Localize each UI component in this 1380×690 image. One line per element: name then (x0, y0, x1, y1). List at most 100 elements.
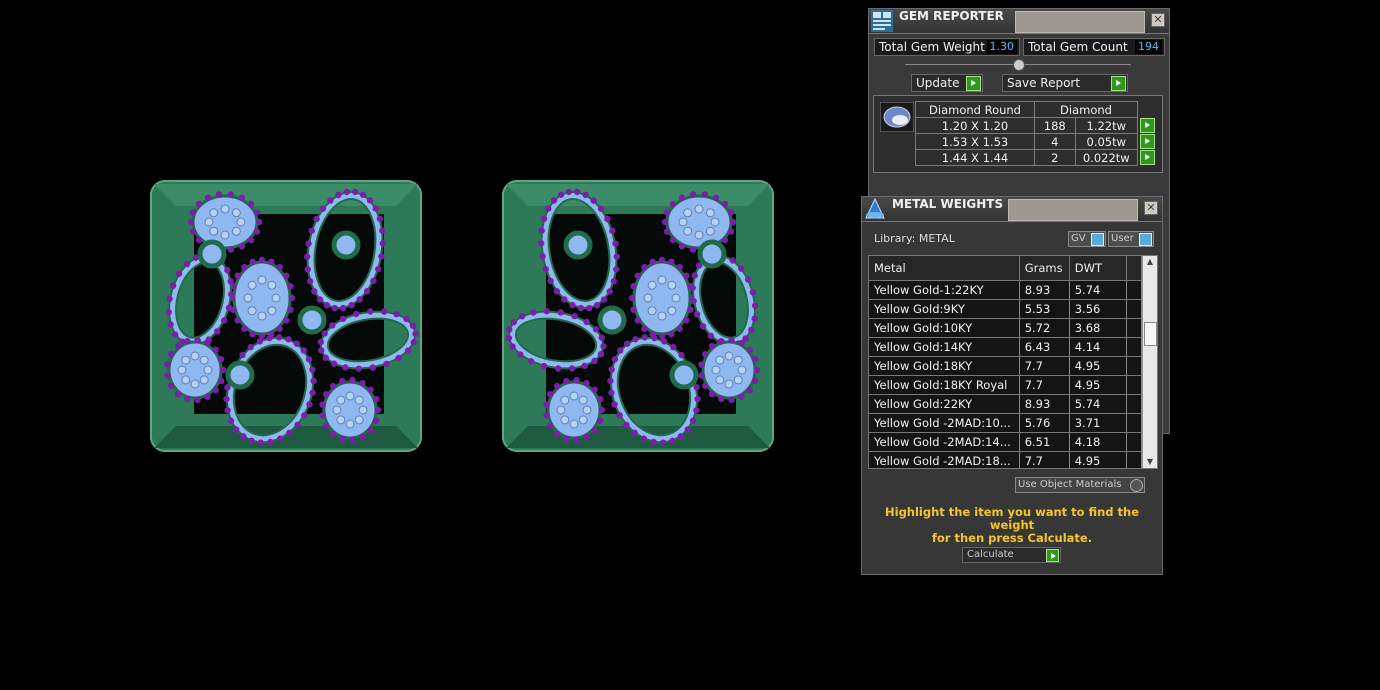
gem-size: 1.44 X 1.44 (915, 149, 1035, 166)
gem-size: 1.53 X 1.53 (915, 133, 1035, 150)
user-toggle-indicator-icon[interactable] (1139, 233, 1152, 246)
accent-stone (697, 239, 727, 269)
metal-weights-close-button[interactable]: ✕ (1144, 201, 1158, 215)
metal-name: Yellow Gold:9KY (869, 299, 1020, 319)
metal-dwt: 5.74 (1069, 280, 1127, 300)
gem-table: Diamond Round Diamond 1.20 X 1.20 188 1.… (915, 101, 1157, 166)
metal-row[interactable]: Yellow Gold:14KY 6.43 4.14 (869, 337, 1143, 357)
gem-row-go-icon[interactable] (1140, 134, 1155, 149)
metal-list[interactable]: Metal Grams DWT Yellow Gold-1:22KY 8.93 5.… (868, 255, 1158, 469)
metal-row[interactable]: Yellow Gold -2MAD:10... 5.76 3.71 (869, 413, 1143, 433)
gem-row[interactable]: 1.53 X 1.53 4 0.05tw (915, 133, 1157, 150)
earring-model-right[interactable] (502, 180, 774, 452)
metal-table: Metal Grams DWT Yellow Gold-1:22KY 8.93 5.… (869, 256, 1143, 468)
calculate-button[interactable]: Calculate (962, 547, 1061, 563)
total-gem-count-label: Total Gem Count (1028, 40, 1128, 54)
metal-row-spacer (1126, 299, 1143, 319)
update-button[interactable]: Update (911, 74, 983, 92)
metal-row-spacer (1126, 356, 1143, 376)
gem-reporter-close-button[interactable]: ✕ (1151, 13, 1165, 27)
frame-bevel-top (506, 184, 770, 206)
calculate-go-icon[interactable] (1046, 549, 1059, 562)
metal-weights-title-tab (1008, 199, 1138, 221)
metal-dwt: 4.18 (1069, 432, 1127, 452)
gem-row[interactable]: 1.20 X 1.20 188 1.22tw (915, 117, 1157, 134)
gem-reporter-titlebar[interactable]: GEM REPORTER ✕ (869, 9, 1169, 34)
metal-row-spacer (1126, 375, 1143, 395)
scroll-down-icon[interactable]: ▼ (1143, 456, 1157, 468)
grams-column-header[interactable]: Grams (1019, 256, 1070, 281)
diamond-round-icon (880, 102, 914, 132)
gem-type-header: Diamond (1034, 101, 1138, 118)
gv-toggle[interactable]: GV (1068, 231, 1106, 247)
metal-row[interactable]: Yellow Gold -2MAD:14... 6.51 4.18 (869, 432, 1143, 452)
metal-name: Yellow Gold-1:22KY (869, 280, 1020, 300)
save-report-button[interactable]: Save Report (1002, 74, 1128, 92)
metal-grams: 8.93 (1019, 280, 1070, 300)
gem-row[interactable]: 1.44 X 1.44 2 0.022tw (915, 149, 1157, 166)
metal-dwt: 3.56 (1069, 299, 1127, 319)
metal-dwt: 4.95 (1069, 451, 1127, 468)
gem-size: 1.20 X 1.20 (915, 117, 1035, 134)
metal-row-spacer (1126, 451, 1143, 468)
gem-table-header: Diamond Round Diamond (915, 101, 1157, 118)
metal-row[interactable]: Yellow Gold:22KY 8.93 5.74 (869, 394, 1143, 414)
metal-dwt: 4.95 (1069, 375, 1127, 395)
metal-row-spacer (1126, 413, 1143, 433)
metal-name: Yellow Gold -2MAD:18... (869, 451, 1020, 468)
gem-count: 188 (1034, 117, 1076, 134)
scroll-up-icon[interactable]: ▲ (1143, 256, 1157, 268)
scroll-thumb[interactable] (1144, 322, 1157, 346)
accent-stone (597, 305, 627, 335)
save-report-go-icon[interactable] (1111, 76, 1126, 91)
metal-grams: 5.76 (1019, 413, 1070, 433)
update-go-icon[interactable] (966, 76, 981, 91)
metal-row[interactable]: Yellow Gold:18KY 7.7 4.95 (869, 356, 1143, 376)
metal-dwt: 3.68 (1069, 318, 1127, 338)
earring-model-left[interactable] (150, 180, 422, 452)
gem-row-go-icon[interactable] (1140, 150, 1155, 165)
gem-weight: 0.022tw (1074, 149, 1139, 166)
accent-stone (331, 230, 361, 260)
accent-stone (225, 360, 255, 390)
dwt-column-header[interactable]: DWT (1069, 256, 1127, 281)
metal-grams: 7.7 (1019, 356, 1070, 376)
metal-name: Yellow Gold:10KY (869, 318, 1020, 338)
metal-grams: 6.43 (1019, 337, 1070, 357)
3d-viewport[interactable] (0, 0, 860, 690)
use-object-materials-label: Use Object Materials (1018, 479, 1122, 490)
update-button-label: Update (916, 76, 960, 90)
metal-column-header[interactable]: Metal (869, 256, 1020, 281)
gem-shape-header: Diamond Round (915, 101, 1035, 118)
metal-row[interactable]: Yellow Gold -2MAD:18... 7.7 4.95 (869, 451, 1143, 468)
instruction-text: Highlight the item you want to find the … (862, 506, 1162, 545)
metal-list-scrollbar[interactable]: ▲ ▼ (1142, 256, 1157, 468)
gem-count: 2 (1034, 149, 1076, 166)
gem-weight: 0.05tw (1074, 133, 1139, 150)
gem-reporter-logo-icon (871, 10, 893, 32)
metal-row[interactable]: Yellow Gold-1:22KY 8.93 5.74 (869, 280, 1143, 300)
user-toggle[interactable]: User (1108, 231, 1154, 247)
gem-weight: 1.22tw (1074, 117, 1139, 134)
use-object-materials-indicator-icon[interactable] (1130, 479, 1143, 492)
gem-row-go-icon[interactable] (1140, 118, 1155, 133)
calculate-button-label: Calculate (967, 549, 1014, 560)
gv-toggle-indicator-icon[interactable] (1091, 233, 1104, 246)
metal-row[interactable]: Yellow Gold:18KY Royal 7.7 4.95 (869, 375, 1143, 395)
metal-row-spacer (1126, 394, 1143, 414)
frame-bevel-top (154, 184, 418, 206)
accent-stone (563, 230, 593, 260)
metal-name: Yellow Gold -2MAD:14... (869, 432, 1020, 452)
metal-dwt: 3.71 (1069, 413, 1127, 433)
metal-grams: 7.7 (1019, 451, 1070, 468)
collapse-arrow-icon[interactable] (1013, 59, 1025, 71)
metal-table-header: Metal Grams DWT (869, 256, 1143, 281)
metal-name: Yellow Gold:22KY (869, 394, 1020, 414)
metal-grams: 7.7 (1019, 375, 1070, 395)
total-gem-weight-label: Total Gem Weight (879, 40, 985, 54)
metal-row[interactable]: Yellow Gold:10KY 5.72 3.68 (869, 318, 1143, 338)
use-object-materials-toggle[interactable]: Use Object Materials (1015, 477, 1145, 493)
metal-row[interactable]: Yellow Gold:9KY 5.53 3.56 (869, 299, 1143, 319)
metal-weights-titlebar[interactable]: METAL WEIGHTS ✕ (862, 197, 1162, 222)
accent-stone (197, 239, 227, 269)
